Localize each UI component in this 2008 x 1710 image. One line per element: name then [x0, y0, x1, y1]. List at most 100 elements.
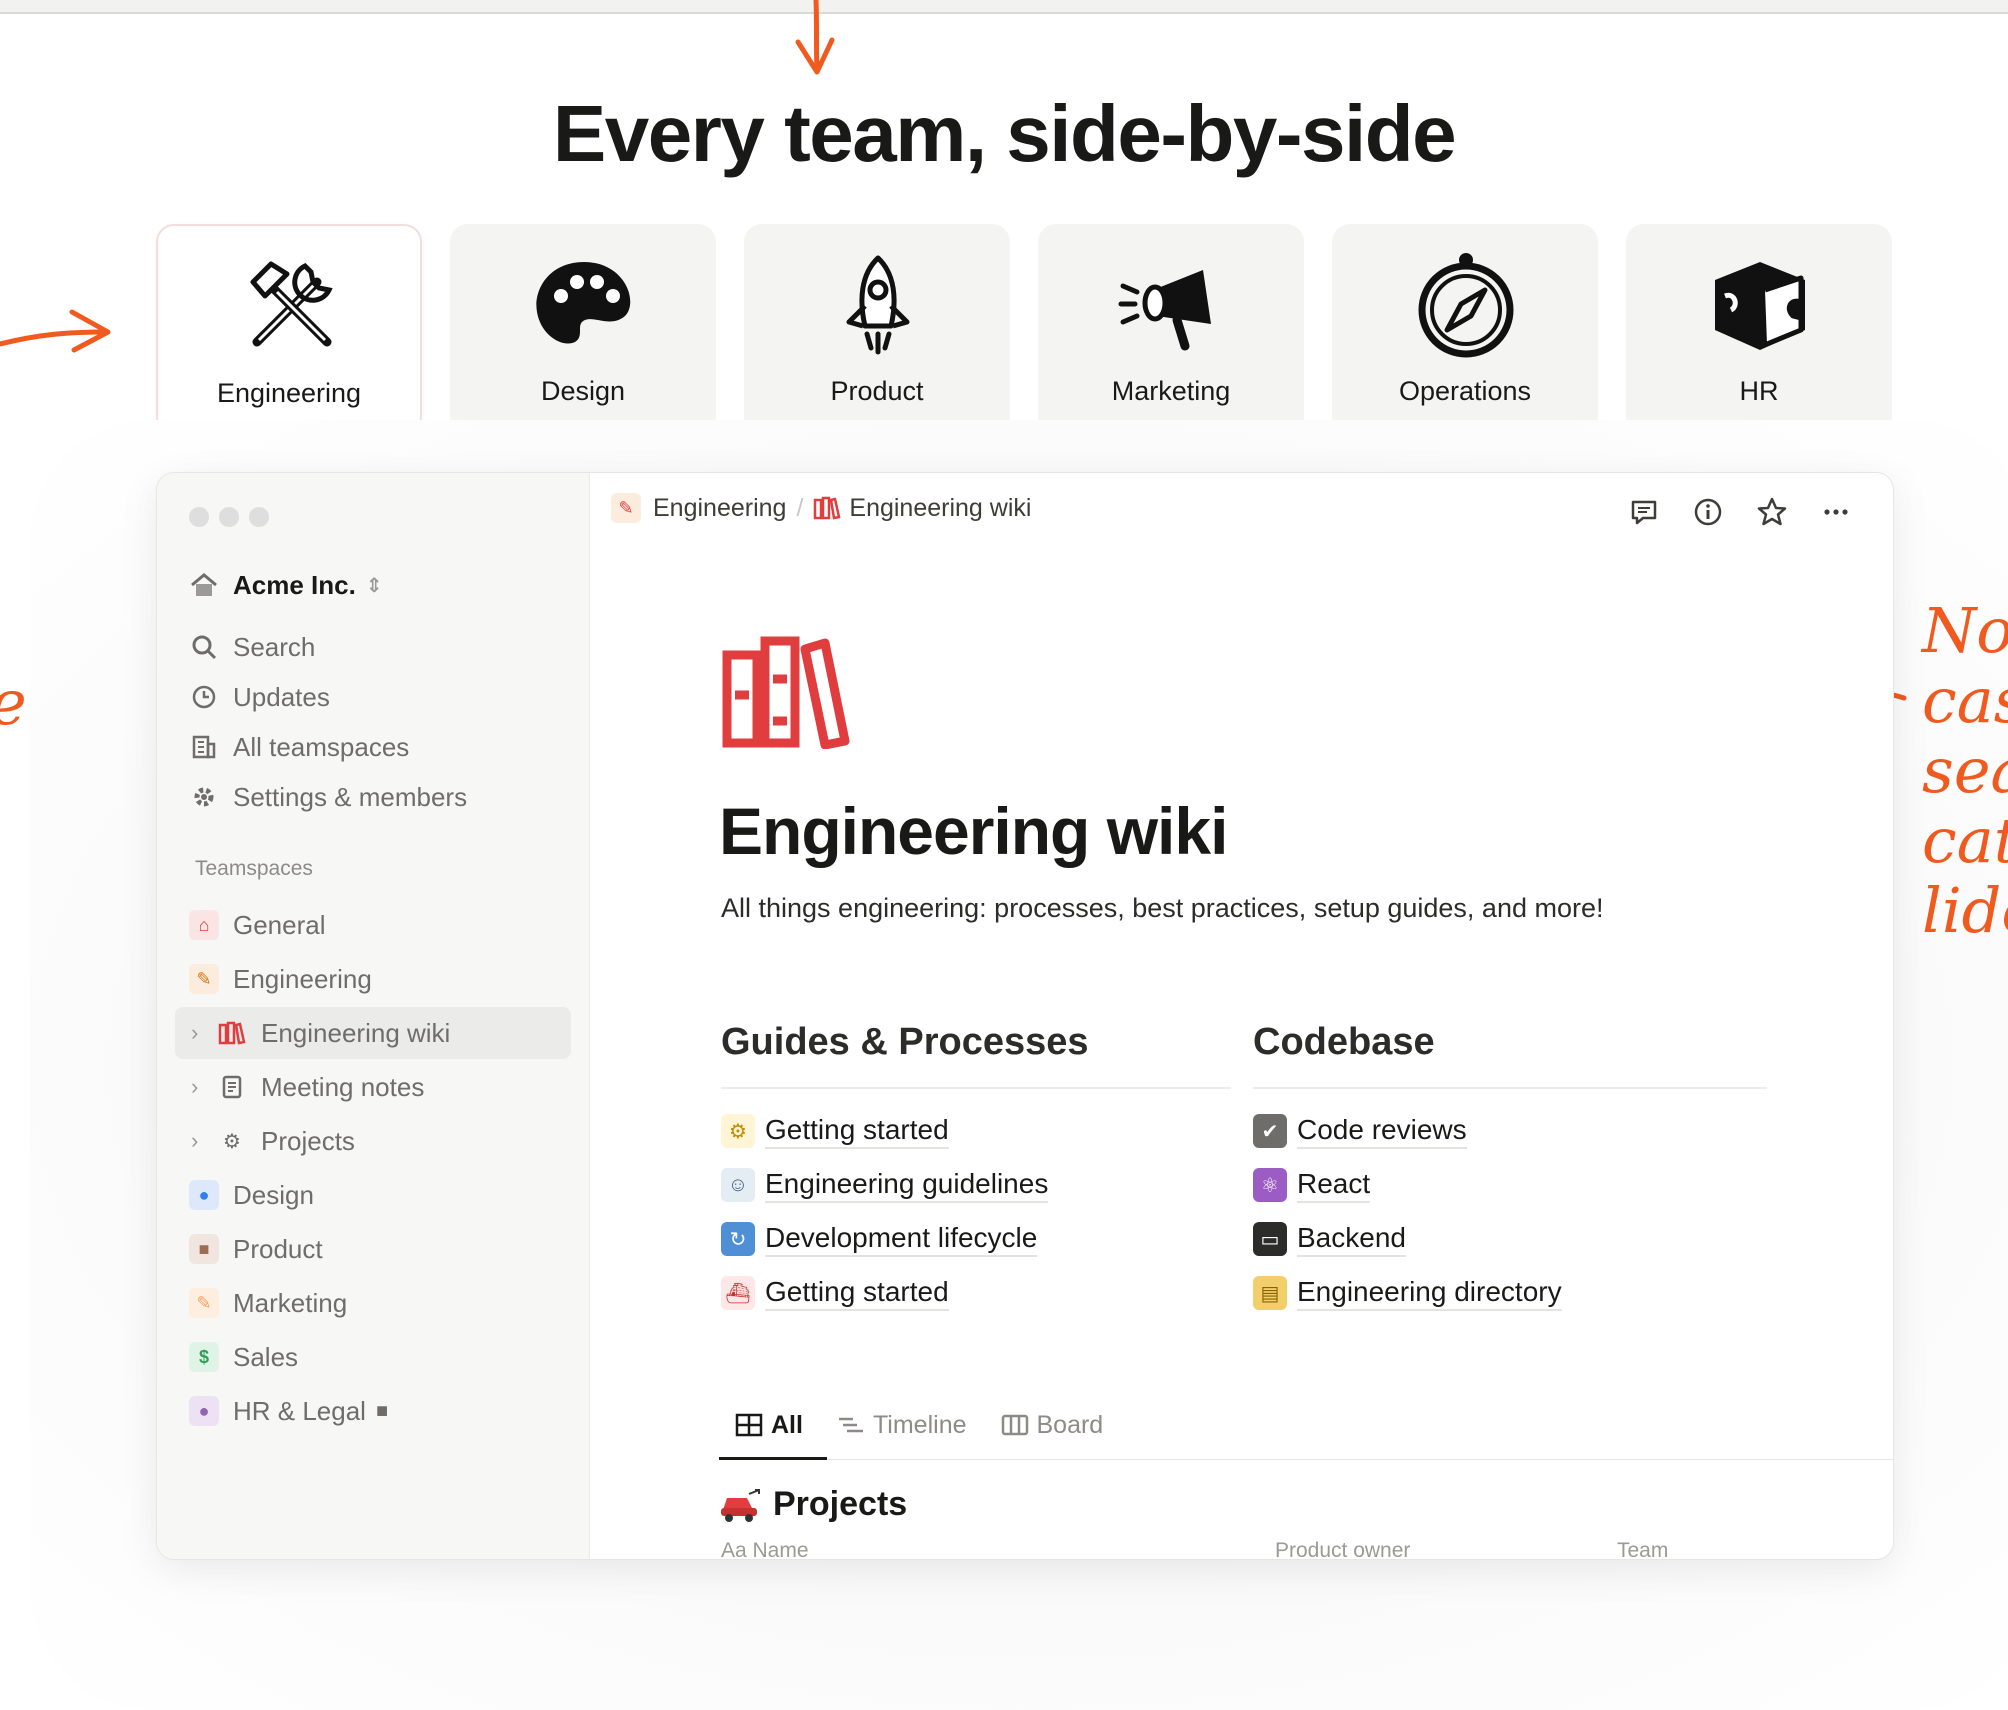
folder-icon: ▤ [1253, 1276, 1287, 1310]
sidebar-nav-label: Settings & members [233, 781, 468, 812]
puzzle-icon [1715, 262, 1805, 350]
link-getting-started-2[interactable]: ⛴ Getting started [721, 1271, 949, 1315]
tab-board[interactable]: Board [1001, 1401, 1103, 1449]
sidebar-item-marketing[interactable]: ✎ Marketing [189, 1281, 347, 1325]
sidebar-updates[interactable]: Updates [189, 675, 330, 719]
team-card-label: Product [830, 376, 924, 406]
sidebar-item-projects[interactable]: › ⚙ Projects [191, 1119, 355, 1163]
sidebar-all-teamspaces[interactable]: All teamspaces [189, 725, 409, 769]
team-card-marketing[interactable]: Marketing [1038, 224, 1304, 434]
link-engineering-directory[interactable]: ▤ Engineering directory [1253, 1271, 1562, 1315]
rocket-icon [846, 255, 910, 355]
building-icon [189, 732, 219, 762]
sidebar-item-hr-legal[interactable]: ● HR & Legal ■ [189, 1389, 388, 1433]
link-label: Getting started [765, 1275, 949, 1311]
star-icon[interactable] [1755, 495, 1789, 529]
timeline-icon [838, 1417, 863, 1433]
sidebar-search[interactable]: Search [189, 625, 315, 669]
team-card-design[interactable]: Design [450, 224, 716, 434]
page-headline: Every team, side-by-side [552, 89, 1457, 178]
sidebar-settings[interactable]: Settings & members [189, 775, 467, 819]
chevron-updown-icon: ⇕ [365, 574, 383, 597]
team-card-engineering[interactable]: Engineering [156, 224, 422, 434]
sidebar-item-sales[interactable]: $ Sales [189, 1335, 298, 1379]
annotation-line: lide [1922, 874, 2008, 947]
sidebar-item-engineering[interactable]: ✎ Engineering [189, 957, 372, 1001]
sidebar-item-meeting-notes[interactable]: › Meeting notes [191, 1065, 424, 1109]
chevron-right-icon[interactable]: › [191, 1020, 213, 1046]
sidebar-item-product[interactable]: ■ Product [189, 1227, 323, 1271]
link-label: Code reviews [1297, 1113, 1467, 1149]
team-card-operations[interactable]: Operations [1332, 224, 1598, 434]
box-icon: ■ [189, 1234, 219, 1264]
books-icon [813, 496, 841, 520]
sidebar-item-design[interactable]: ● Design [189, 1173, 314, 1217]
table-icon [735, 1413, 763, 1437]
sidebar-item-label: Sales [233, 1341, 299, 1372]
team-card-product[interactable]: Product [744, 224, 1010, 434]
workspace-name: Acme Inc. [233, 569, 356, 600]
workspace-switcher[interactable]: Acme Inc. ⇕ [189, 563, 383, 607]
main-content: ✎ Engineering / Engineering wiki Enginee… [589, 473, 1893, 1559]
sidebar-item-engineering-wiki[interactable]: › Engineering wiki [191, 1011, 450, 1055]
link-getting-started[interactable]: ⚙ Getting started [721, 1109, 949, 1153]
teamspaces-heading: Teamspaces [195, 857, 313, 880]
sidebar-item-label: Marketing [233, 1287, 348, 1318]
window-close-dot[interactable] [189, 507, 209, 527]
sidebar-item-label: Design [233, 1179, 314, 1210]
team-card-hr[interactable]: HR [1626, 224, 1892, 434]
link-react[interactable]: ⚛ React [1253, 1163, 1371, 1207]
link-label: Engineering guidelines [765, 1167, 1049, 1203]
sidebar-nav-label: All teamspaces [233, 731, 410, 762]
team-card-label: Design [540, 376, 626, 406]
database-title-label: Projects [773, 1485, 908, 1523]
search-icon [189, 632, 219, 662]
house-icon: ⌂ [189, 910, 219, 940]
page-toolbar [1627, 495, 1853, 529]
link-development-lifecycle[interactable]: ↻ Development lifecycle [721, 1217, 1038, 1261]
window-maximize-dot[interactable] [249, 507, 269, 527]
tabs-divider [719, 1459, 1893, 1460]
sidebar-item-label: HR & Legal [233, 1395, 366, 1426]
active-tab-underline [719, 1457, 827, 1460]
chevron-right-icon[interactable]: › [191, 1128, 213, 1154]
browser-top-bar [0, 0, 2008, 14]
link-label: Backend [1297, 1221, 1406, 1257]
property-team[interactable]: Team [1617, 1539, 1668, 1559]
tools-icon [250, 261, 333, 347]
sidebar-item-general[interactable]: ⌂ General [189, 903, 326, 947]
link-engineering-guidelines[interactable]: ☺ Engineering guidelines [721, 1163, 1049, 1207]
database-title[interactable]: Projects [719, 1485, 907, 1524]
note-icon [217, 1072, 247, 1102]
books-icon [217, 1018, 247, 1048]
link-label: Engineering directory [1297, 1275, 1562, 1311]
tab-timeline[interactable]: Timeline [837, 1401, 967, 1449]
link-label: React [1297, 1167, 1371, 1203]
monitor-icon: ▭ [1253, 1222, 1287, 1256]
pencil-icon: ✎ [189, 1288, 219, 1318]
tab-all[interactable]: All [735, 1401, 803, 1449]
check-icon: ✔ [1253, 1114, 1287, 1148]
section-divider [721, 1087, 1231, 1089]
link-label: Getting started [765, 1113, 949, 1149]
breadcrumb: ✎ Engineering / Engineering wiki [611, 493, 1031, 523]
property-name[interactable]: Aa Name [721, 1539, 809, 1559]
annotation-right-text: No cas sea cat lide [1922, 596, 2008, 946]
breadcrumb-parent[interactable]: Engineering [653, 494, 786, 523]
link-backend[interactable]: ▭ Backend [1253, 1217, 1406, 1261]
window-minimize-dot[interactable] [219, 507, 239, 527]
lock-icon: ■ [375, 1399, 389, 1422]
sidebar-nav-label: Updates [233, 681, 330, 712]
info-icon[interactable] [1691, 495, 1725, 529]
palette-icon: ● [189, 1180, 219, 1210]
tractor-icon: ⚙ [721, 1114, 755, 1148]
chevron-right-icon[interactable]: › [191, 1074, 213, 1100]
more-icon[interactable] [1819, 495, 1853, 529]
megaphone-icon [1118, 270, 1211, 351]
section-heading-codebase: Codebase [1253, 1021, 1435, 1063]
breadcrumb-current[interactable]: Engineering wiki [849, 494, 1031, 523]
property-product-owner[interactable]: Product owner [1275, 1539, 1410, 1559]
comment-icon[interactable] [1627, 495, 1661, 529]
annotation-line: No [1922, 594, 2008, 667]
link-code-reviews[interactable]: ✔ Code reviews [1253, 1109, 1467, 1153]
